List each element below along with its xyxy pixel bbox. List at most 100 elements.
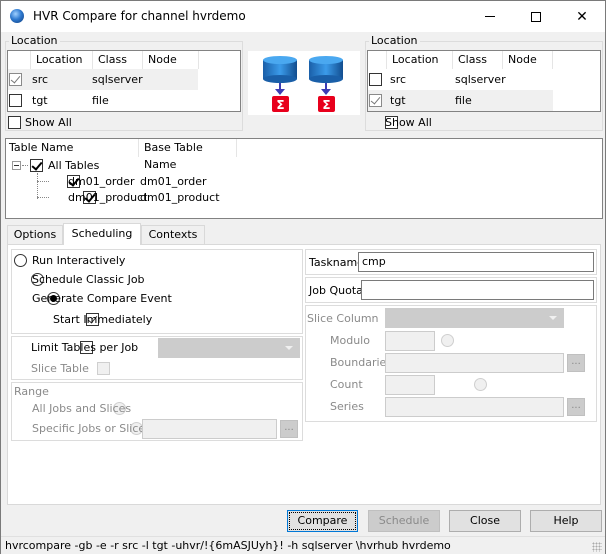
title-bar: HVR Compare for channel hvrdemo ✕	[1, 1, 605, 32]
series-browse-button[interactable]: ...	[567, 398, 585, 416]
location-column-header[interactable]: Location	[387, 51, 453, 69]
scheduling-panel: Run Interactively Schedule Classic Job G…	[7, 244, 601, 505]
modulo-label[interactable]: Modulo	[330, 334, 370, 347]
collapse-expander-icon[interactable]	[12, 161, 21, 170]
location-column-header[interactable]: Location	[31, 51, 93, 69]
hvr-compare-window: HVR Compare for channel hvrdemo ✕ Locati…	[0, 0, 606, 554]
specific-jobs-slices-label[interactable]: Specific Jobs or Slices	[32, 422, 151, 435]
left-tgt-checkbox[interactable]	[9, 94, 22, 107]
checkbox-column-header	[8, 51, 31, 69]
all-tables-checkbox[interactable]	[30, 159, 43, 172]
maximize-icon	[531, 11, 541, 22]
class-cell: file	[92, 94, 109, 107]
svg-text:Σ: Σ	[322, 98, 330, 112]
left-show-all-checkbox[interactable]	[8, 116, 21, 129]
help-button[interactable]: Help	[530, 510, 602, 532]
slice-table-label[interactable]: Slice Table	[31, 362, 89, 375]
tab-scheduling[interactable]: Scheduling	[63, 223, 141, 245]
limit-tables-label[interactable]: Limit Tables per Job	[31, 341, 138, 354]
class-cell: sqlserver	[92, 73, 143, 86]
right-src-checkbox[interactable]	[369, 73, 382, 86]
close-icon: ✕	[576, 8, 588, 25]
tables-tree-header: Table Name Base Table Name	[6, 139, 237, 171]
right-tgt-checkbox[interactable]	[369, 94, 382, 107]
base-table-name-column-header[interactable]: Base Table Name	[139, 139, 237, 171]
range-label: Range	[14, 385, 49, 398]
source-arrow-icon	[275, 83, 285, 95]
command-line-text: hvrcompare -gb -e -r src -l tgt -uhvr/!{…	[5, 539, 451, 552]
class-column-header[interactable]: Class	[93, 51, 143, 69]
status-bar: hvrcompare -gb -e -r src -l tgt -uhvr/!{…	[1, 536, 605, 554]
count-radio[interactable]	[474, 378, 487, 391]
class-column-header[interactable]: Class	[453, 51, 503, 69]
base-table-name-cell: dm01_order	[140, 175, 207, 188]
schedule-button[interactable]: Schedule	[368, 510, 440, 532]
generate-compare-event-label[interactable]: Generate Compare Event	[32, 292, 172, 305]
compare-diagram-svg: Σ Σ	[263, 56, 343, 112]
left-location-grid-header: Location Class Node	[8, 51, 199, 69]
resize-grip-icon[interactable]	[592, 542, 602, 552]
run-interactively-radio[interactable]	[14, 254, 27, 267]
left-show-all-label[interactable]: Show All	[25, 116, 72, 129]
tables-tree: Table Name Base Table Name All Tables dm…	[5, 138, 603, 219]
class-cell: file	[455, 94, 472, 107]
right-location-grid: Location Class Node src sqlserver tgt fi…	[367, 50, 601, 112]
boundaries-input[interactable]	[385, 353, 564, 373]
class-cell: sqlserver	[455, 73, 506, 86]
run-interactively-label[interactable]: Run Interactively	[32, 254, 125, 267]
chevron-down-icon	[549, 316, 557, 320]
modulo-input[interactable]	[385, 331, 435, 351]
boundaries-label[interactable]: Boundaries	[330, 356, 392, 369]
boundaries-browse-button[interactable]: ...	[567, 354, 585, 372]
slice-table-checkbox[interactable]	[96, 362, 110, 375]
minimize-button[interactable]	[467, 1, 513, 32]
node-column-header[interactable]: Node	[143, 51, 199, 69]
table-name-column-header[interactable]: Table Name	[6, 139, 139, 157]
taskname-input[interactable]: cmp	[358, 252, 594, 272]
tab-contexts[interactable]: Contexts	[141, 225, 205, 244]
table-name-cell[interactable]: dm01_order	[68, 175, 135, 188]
compare-diagram: Σ Σ	[248, 51, 360, 115]
limit-tables-dropdown[interactable]	[158, 338, 300, 358]
job-quota-label: Job Quota	[309, 284, 363, 297]
specific-jobs-input[interactable]	[142, 419, 277, 439]
location-cell: tgt	[390, 94, 406, 107]
schedule-classic-job-label[interactable]: Schedule Classic Job	[32, 273, 145, 286]
left-location-row-src[interactable]: src sqlserver	[8, 69, 198, 90]
base-table-name-cell: dm01_product	[140, 191, 220, 204]
right-show-all-label[interactable]: Show All	[385, 116, 432, 129]
left-src-checkbox[interactable]	[9, 73, 22, 86]
tab-options[interactable]: Options	[7, 225, 63, 244]
slice-column-label: Slice Column	[307, 312, 379, 325]
svg-text:Σ: Σ	[276, 98, 284, 112]
chevron-down-icon	[285, 346, 293, 350]
window-title: HVR Compare for channel hvrdemo	[33, 9, 246, 23]
specific-jobs-browse-button[interactable]: ...	[280, 420, 298, 438]
node-column-header[interactable]: Node	[503, 51, 553, 69]
right-location-row-tgt[interactable]: tgt file	[368, 90, 553, 111]
count-label[interactable]: Count	[330, 378, 363, 391]
close-window-button[interactable]: ✕	[559, 1, 605, 32]
table-name-cell[interactable]: dm01_product	[68, 191, 148, 204]
tree-connector	[37, 197, 49, 198]
maximize-button[interactable]	[513, 1, 559, 32]
all-jobs-slices-label[interactable]: All Jobs and Slices	[32, 402, 131, 415]
location-cell: src	[32, 73, 49, 86]
job-quota-input[interactable]	[361, 280, 594, 300]
all-tables-label[interactable]: All Tables	[48, 159, 99, 172]
left-location-row-tgt[interactable]: tgt file	[8, 90, 198, 111]
left-location-group-label: Location	[9, 34, 60, 47]
right-location-row-src[interactable]: src sqlserver	[368, 69, 553, 90]
slice-column-dropdown[interactable]	[385, 308, 564, 328]
count-input[interactable]	[385, 375, 435, 395]
start-immediately-label[interactable]: Start Immediately	[53, 313, 152, 326]
compare-button[interactable]: Compare	[287, 510, 358, 532]
location-cell: tgt	[32, 94, 48, 107]
close-button[interactable]: Close	[449, 510, 521, 532]
modulo-radio[interactable]	[441, 334, 454, 347]
taskname-label: Taskname	[309, 256, 364, 269]
tree-connector	[37, 173, 38, 199]
checkbox-column-header	[368, 51, 387, 69]
series-input[interactable]	[385, 397, 564, 417]
series-label[interactable]: Series	[330, 400, 364, 413]
